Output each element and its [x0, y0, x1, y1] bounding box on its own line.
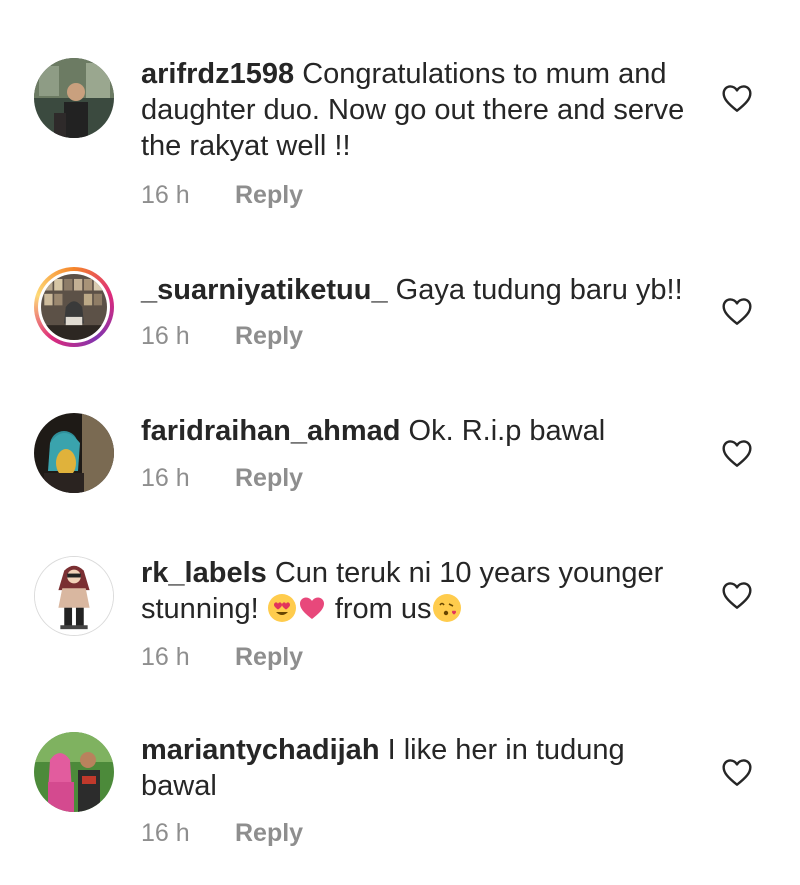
comment-timestamp: 16 h	[141, 819, 190, 847]
comment-text: rk_labels Cun teruk ni 10 years younger …	[141, 555, 696, 627]
comment-body-continued: from us	[334, 593, 432, 625]
comment-username[interactable]: rk_labels	[141, 557, 267, 589]
comment-meta: 16 h Reply	[141, 180, 303, 210]
reply-button[interactable]: Reply	[235, 819, 303, 847]
reply-button[interactable]: Reply	[235, 643, 303, 671]
comment-username[interactable]: faridraihan_ahmad	[141, 415, 400, 447]
comment-meta: 16 h Reply	[141, 818, 303, 848]
comment-body: Gaya tudung baru yb!!	[395, 274, 683, 306]
comment-text: mariantychadijah I like her in tudung ba…	[141, 732, 696, 804]
comment-meta: 16 h Reply	[141, 463, 303, 493]
heart-outline-icon[interactable]	[721, 83, 753, 113]
comment-meta: 16 h Reply	[141, 642, 303, 672]
comment-text: _suarniyatiketuu_ Gaya tudung baru yb!!	[141, 272, 696, 308]
heart-outline-icon[interactable]	[721, 438, 753, 468]
comment-username[interactable]: arifrdz1598	[141, 58, 294, 90]
reply-button[interactable]: Reply	[235, 181, 303, 209]
avatar[interactable]	[34, 556, 114, 636]
comment-text: faridraihan_ahmad Ok. R.i.p bawal	[141, 413, 696, 449]
heart-eyes-emoji-icon	[267, 594, 296, 622]
avatar[interactable]	[34, 732, 114, 812]
comment-timestamp: 16 h	[141, 181, 190, 209]
comment-username[interactable]: _suarniyatiketuu_	[141, 274, 388, 306]
comment-timestamp: 16 h	[141, 643, 190, 671]
avatar[interactable]	[34, 267, 114, 347]
heart-outline-icon[interactable]	[721, 757, 753, 787]
kissing-heart-emoji-icon	[432, 594, 461, 622]
avatar[interactable]	[34, 413, 114, 493]
heart-outline-icon[interactable]	[721, 296, 753, 326]
reply-button[interactable]: Reply	[235, 322, 303, 350]
avatar[interactable]	[34, 58, 114, 138]
heart-outline-icon[interactable]	[721, 580, 753, 610]
pink-heart-emoji-icon	[299, 597, 324, 619]
comment-meta: 16 h Reply	[141, 321, 303, 351]
comment-body: Ok. R.i.p bawal	[408, 415, 606, 447]
reply-button[interactable]: Reply	[235, 464, 303, 492]
comment-timestamp: 16 h	[141, 322, 190, 350]
comment-text: arifrdz1598 Congratulations to mum and d…	[141, 56, 696, 164]
comment-timestamp: 16 h	[141, 464, 190, 492]
comment-username[interactable]: mariantychadijah	[141, 734, 380, 766]
